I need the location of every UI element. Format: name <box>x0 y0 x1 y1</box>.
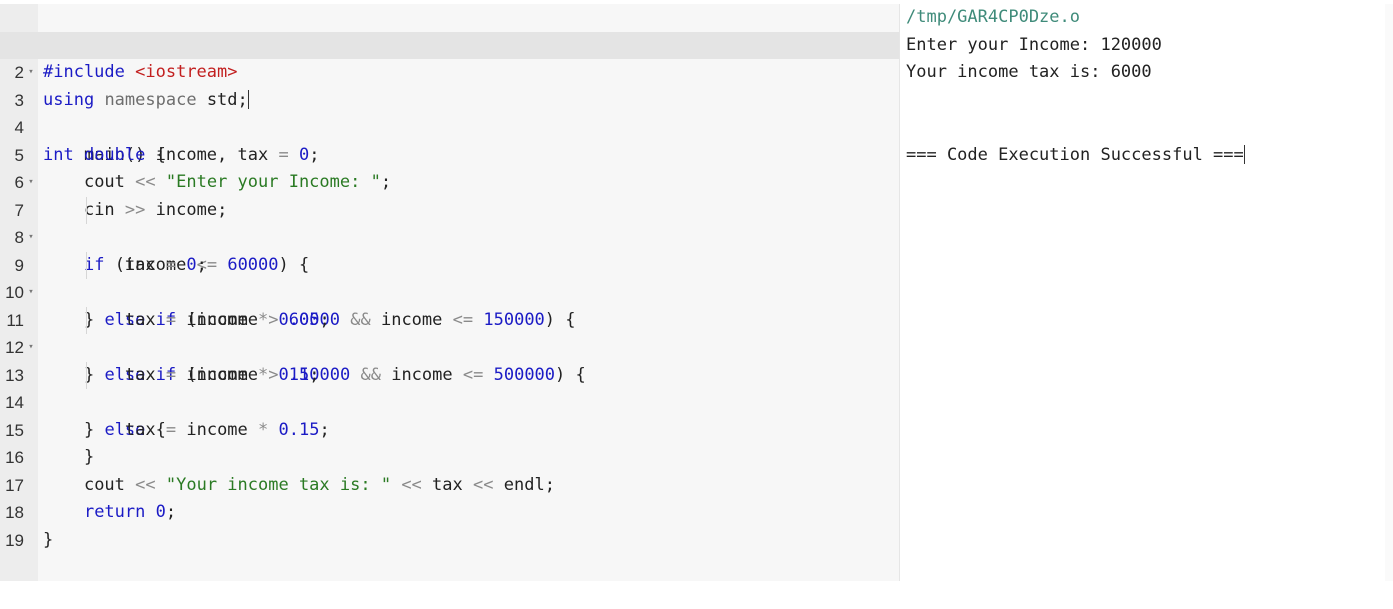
line-number: 19 <box>5 530 24 550</box>
code-line-1[interactable]: 1 #include <iostream> <box>0 4 899 83</box>
code-line-10[interactable]: 10 tax = income * 0.05; <box>0 252 899 330</box>
code-line-15[interactable]: 15 } <box>0 389 899 468</box>
indent-guide <box>86 251 87 279</box>
code-line-9[interactable]: 9 ▾ } else if (income > 60000 && income … <box>0 224 899 330</box>
code-line-16[interactable]: 16 cout << "Your income tax is: " << tax… <box>0 417 899 495</box>
code-line-19[interactable]: 19 <box>0 499 899 550</box>
execution-status: === Code Execution Successful === <box>906 142 1245 170</box>
indent-guide <box>86 306 87 334</box>
code-line-13[interactable]: 13 ▾ } else { <box>0 334 899 440</box>
code-line-6[interactable]: 6 cin >> income; <box>0 142 899 220</box>
output-prompt-line: Enter your Income: 120000 <box>906 34 1162 55</box>
code-line-5[interactable]: 5 cout << "Enter your Income: "; <box>0 114 899 193</box>
code-line-8[interactable]: 8 tax = 0; <box>0 197 899 275</box>
execution-status-text: === Code Execution Successful === <box>906 144 1244 165</box>
output-scrollbar[interactable] <box>1385 4 1393 581</box>
code-line-4[interactable]: 4 double income, tax = 0; <box>0 87 899 165</box>
text-cursor <box>1243 145 1245 164</box>
code-line-11[interactable]: 11 ▾ } else if (income > 150000 && incom… <box>0 279 899 385</box>
code-line-17[interactable]: 17 return 0; <box>0 444 899 523</box>
code-line-2-active[interactable]: 2 using namespace std; <box>0 31 899 110</box>
code-line-18[interactable]: 18 } <box>0 472 899 550</box>
code-line-14[interactable]: 14 tax = income * 0.15; <box>0 362 899 440</box>
code-line-3[interactable]: 3 ▾ int main() { <box>0 59 899 165</box>
output-panel[interactable]: /tmp/GAR4CP0Dze.o Enter your Income: 120… <box>900 4 1393 581</box>
fold-arrow-icon[interactable]: ▾ <box>25 334 37 362</box>
code-text: } <box>43 529 54 550</box>
fold-arrow-icon[interactable]: ▾ <box>25 169 37 197</box>
indent-guide <box>86 361 87 389</box>
fold-arrow-icon[interactable]: ▾ <box>25 59 37 87</box>
output-file-path: /tmp/GAR4CP0Dze.o <box>906 7 1080 27</box>
fold-arrow-icon[interactable]: ▾ <box>25 224 37 252</box>
fold-arrow-icon[interactable]: ▾ <box>25 279 37 307</box>
code-editor[interactable]: 1 #include <iostream> 2 using namespace … <box>0 4 900 581</box>
code-line-12[interactable]: 12 tax = income * 0.1; <box>0 307 899 385</box>
code-line-7[interactable]: 7 ▾ if (income <= 60000) { <box>0 169 899 275</box>
indent-guide <box>86 196 87 224</box>
output-result-line: Your income tax is: 6000 <box>906 62 1152 82</box>
